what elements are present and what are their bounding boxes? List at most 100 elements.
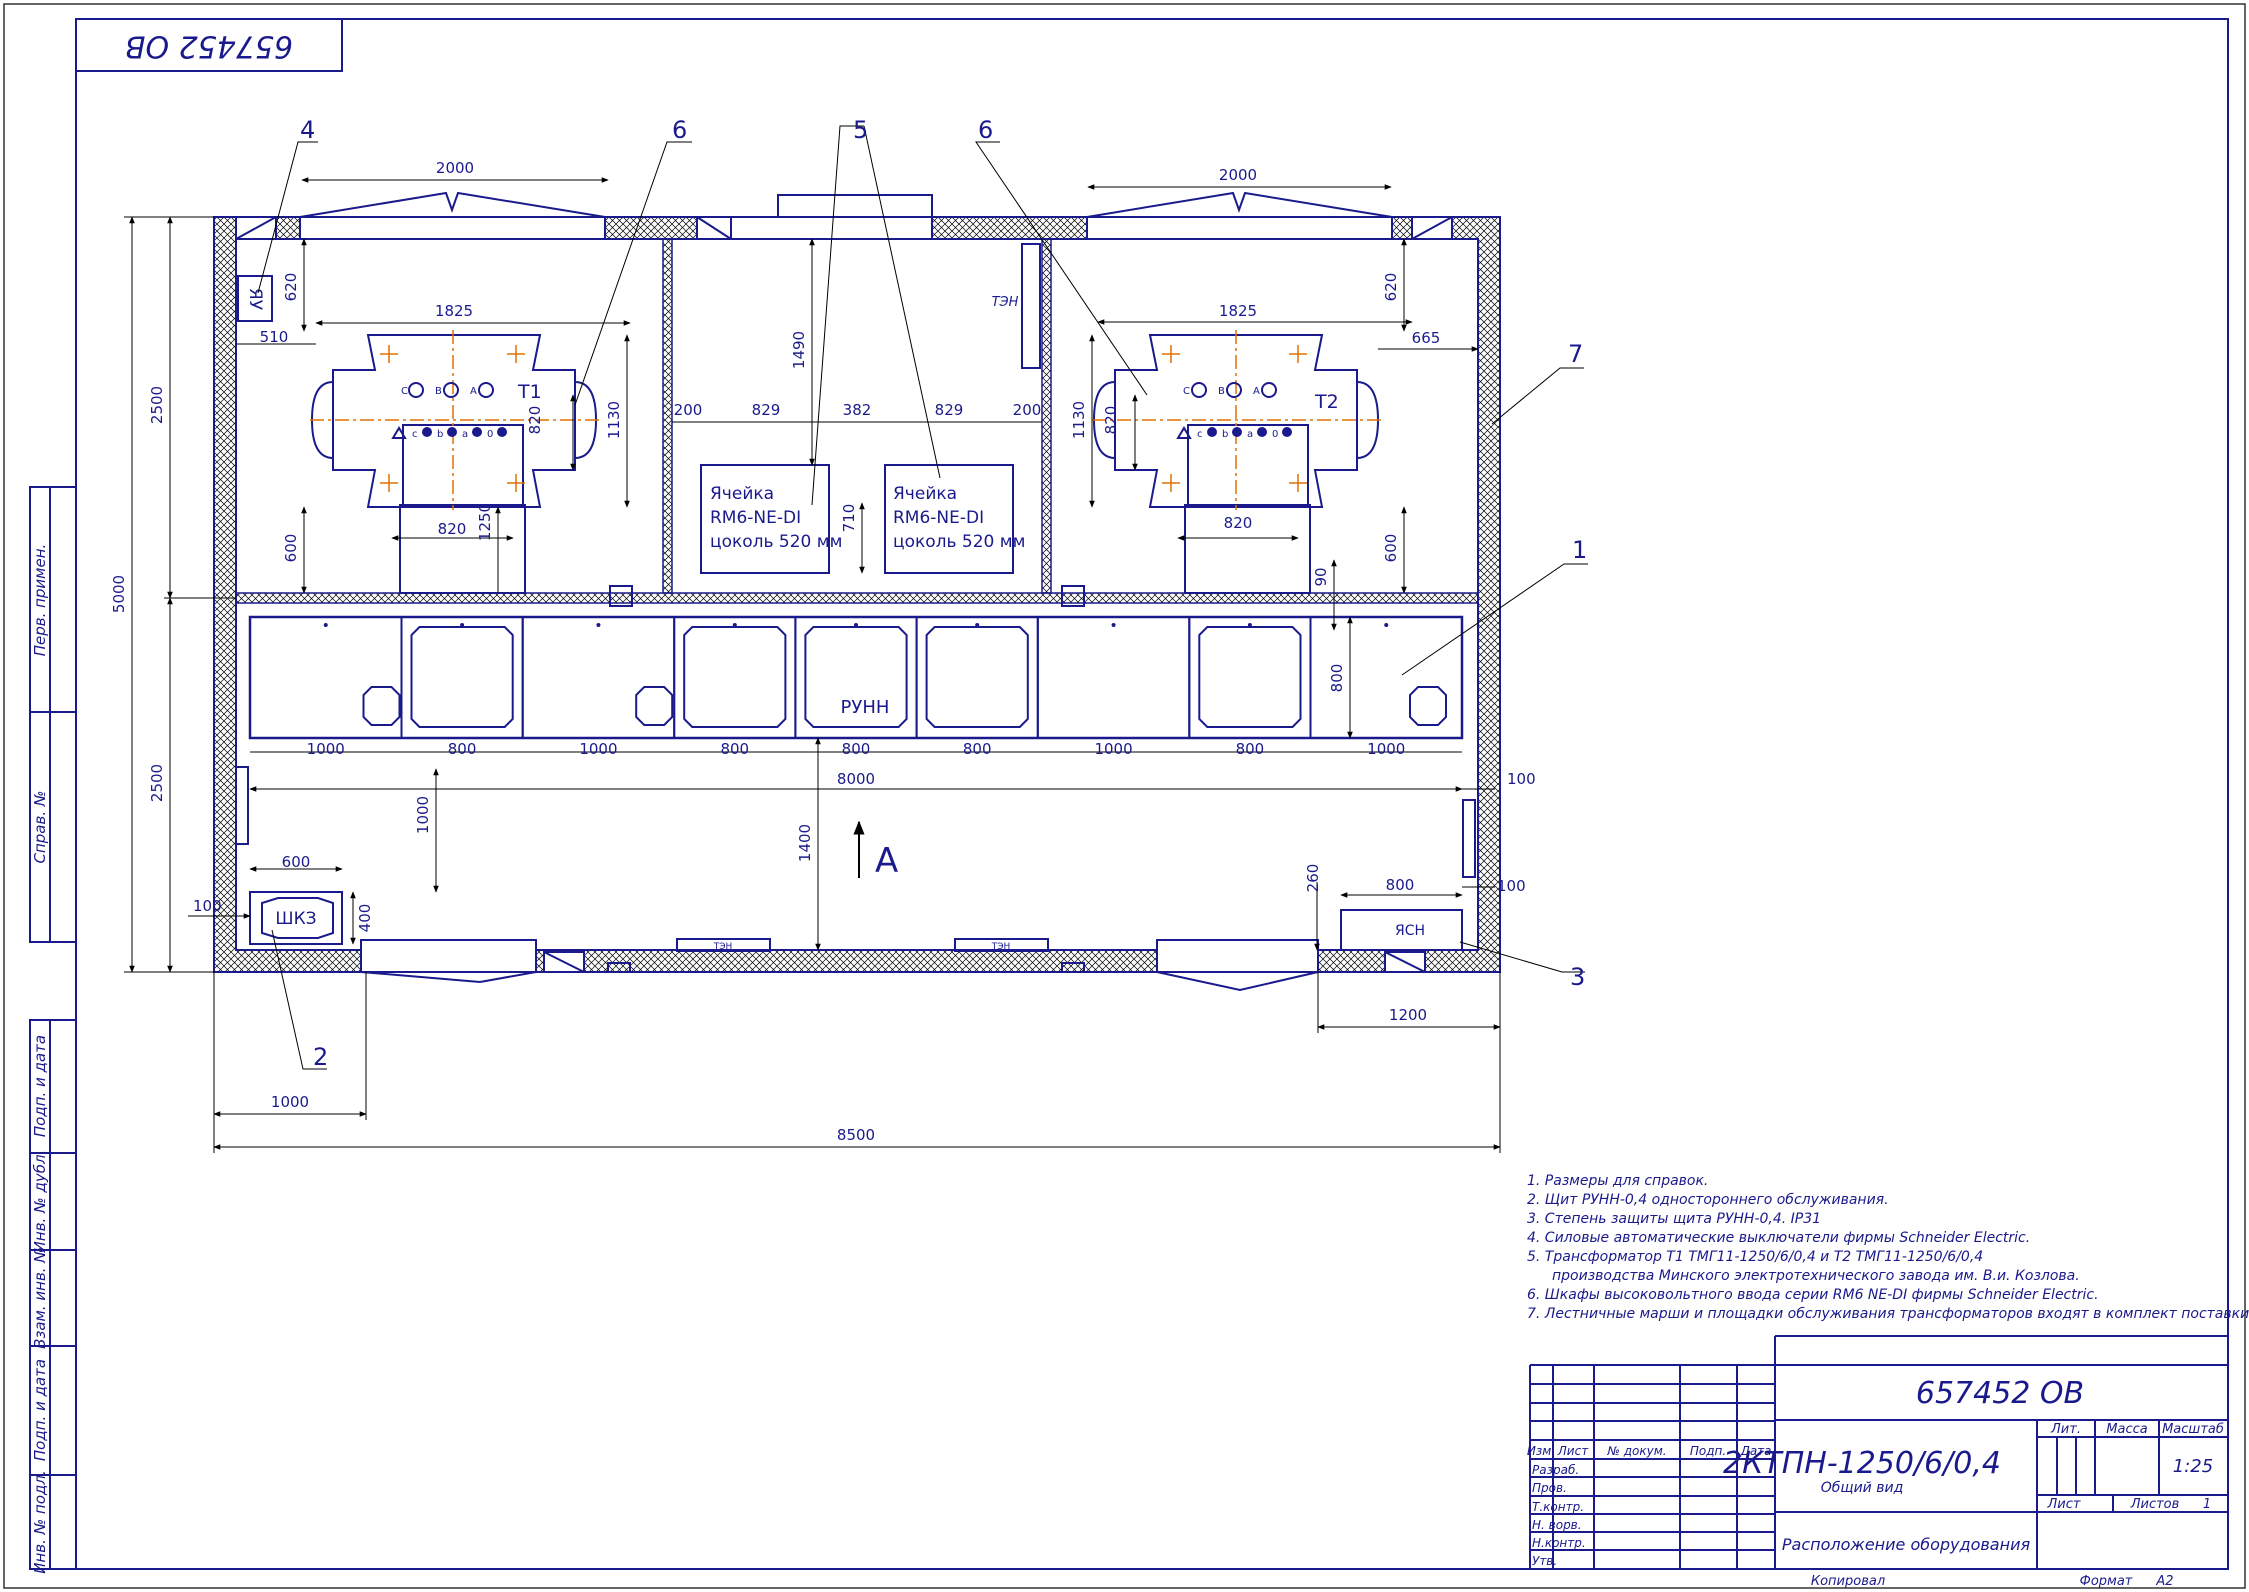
dim-2500-top: 2500 — [148, 386, 166, 424]
dim-800-panel: 800 — [1328, 664, 1346, 693]
tb-scale: 1:25 — [2173, 1456, 2213, 1477]
dim-1490: 1490 — [790, 331, 808, 369]
t1-label: Т1 — [517, 381, 542, 403]
tb-sheet-title: Расположение оборудования — [1782, 1535, 2031, 1554]
view-a-label: А — [875, 841, 898, 881]
shkz-label: ШКЗ — [275, 909, 316, 929]
t1-phase-c: C — [401, 386, 408, 397]
stamp-podp-data-1: Подп. и дата — [31, 1035, 49, 1137]
panel-dim-value: 800 — [720, 740, 749, 758]
dim-829-left: 829 — [752, 401, 781, 419]
callout-2: 2 — [313, 1043, 328, 1071]
t1-phase-b-lv: b — [437, 429, 443, 440]
dim-8500: 8500 — [837, 1126, 875, 1144]
callout-3: 3 — [1570, 963, 1585, 991]
callout-4: 4 — [300, 116, 315, 144]
runn-label: РУНН — [841, 697, 890, 718]
dim-window-right: 2000 — [1219, 166, 1257, 184]
panel-dim-value: 1000 — [307, 740, 345, 758]
tb-row-nvorv: Н. ворв. — [1532, 1518, 1582, 1532]
tb-row-prov: Пров. — [1532, 1481, 1567, 1495]
dim-820v-right: 820 — [1102, 406, 1120, 435]
tb-col-ndok: № докум. — [1606, 1444, 1666, 1458]
screw-dot — [854, 623, 858, 627]
t2-phase-c-lv: c — [1197, 429, 1203, 440]
dim-820v-left: 820 — [526, 406, 544, 435]
panel-dim-value: 1000 — [579, 740, 617, 758]
t2-phase-c: C — [1183, 386, 1190, 397]
dim-1200: 1200 — [1389, 1006, 1427, 1024]
dim-1130-left: 1130 — [605, 401, 623, 439]
note-4: 4. Силовые автоматические выключатели фи… — [1527, 1230, 2030, 1246]
dim-600-left: 600 — [282, 534, 300, 563]
dim-1130-right: 1130 — [1070, 401, 1088, 439]
panel-dim-value: 800 — [842, 740, 871, 758]
dim-200-right: 200 — [1013, 401, 1042, 419]
drawing-sheet: 657452 ОВ Перв. примен. Справ. № Подп. и… — [3, 3, 2249, 1589]
stamp-inv-podl: Инв. № подл. — [31, 1470, 49, 1573]
t1-phase-a: A — [470, 386, 477, 397]
tb-col-izm: Изм. — [1527, 1444, 1555, 1458]
t2-phase-a: A — [1253, 386, 1260, 397]
tb-col-list: Лист — [1557, 1444, 1589, 1458]
dim-829-right: 829 — [935, 401, 964, 419]
tb-col-podp: Подп. — [1690, 1444, 1726, 1458]
tb-product-sub: Общий вид — [1821, 1480, 1904, 1496]
dim-90: 90 — [1312, 567, 1330, 586]
dim-820h-left: 820 — [438, 520, 467, 538]
callout-7: 7 — [1568, 340, 1583, 368]
cell1-line-3: цоколь 520 мм — [710, 532, 842, 552]
dim-1000-bottom: 1000 — [271, 1093, 309, 1111]
dim-800-yasn: 800 — [1386, 876, 1415, 894]
note-6: 6. Шкафы высоковольтного ввода серии RM6… — [1527, 1287, 2099, 1303]
t2-phase-b-lv: b — [1222, 429, 1228, 440]
screw-dot — [975, 623, 980, 627]
t2-phase-a-lv: a — [1247, 429, 1253, 440]
tb-row-nkontr: Н.контр. — [1532, 1536, 1586, 1550]
dim-window-left: 2000 — [436, 159, 474, 177]
tb-format-val: А2 — [2155, 1574, 2173, 1589]
tb-kopiroval: Копировал — [1811, 1574, 1885, 1589]
screw-dot — [323, 623, 328, 627]
panel-dim-value: 800 — [963, 740, 992, 758]
dim-100-top: 100 — [1507, 770, 1536, 788]
yasn-label: ЯСН — [1395, 923, 1425, 939]
ten-upper-label: ТЭН — [992, 295, 1019, 310]
t2-phase-0-lv: 0 — [1272, 429, 1278, 440]
yau-label: ЯУ — [245, 288, 265, 311]
panel-dim-value: 1000 — [1367, 740, 1405, 758]
tb-designation: 657452 ОВ — [1916, 1376, 2084, 1411]
note-1: 1. Размеры для справок. — [1527, 1173, 1708, 1189]
tb-list: Лист — [2047, 1497, 2081, 1512]
panel-dim-value: 800 — [448, 740, 477, 758]
stamp-vzam-inv: Взам. инв. № — [31, 1247, 49, 1349]
tb-masshtab: Масштаб — [2162, 1422, 2224, 1437]
dim-1400: 1400 — [796, 824, 814, 862]
t2-label: Т2 — [1314, 391, 1339, 413]
doc-code-stamp: 657452 ОВ — [75, 18, 343, 72]
callout-1: 1 — [1572, 536, 1587, 564]
dim-5000: 5000 — [110, 575, 128, 613]
t1-phase-0-lv: 0 — [487, 429, 493, 440]
dim-400: 400 — [356, 904, 374, 933]
dim-1825-left: 1825 — [435, 302, 473, 320]
ten-lower-left: ТЭН — [713, 942, 733, 952]
dim-510: 510 — [260, 328, 289, 346]
screw-dot — [596, 623, 601, 627]
dim-600-right: 600 — [1382, 534, 1400, 563]
cell2-line-1: Ячейка — [893, 484, 957, 504]
panel-dim-value: 800 — [1236, 740, 1265, 758]
callout-5: 5 — [853, 116, 868, 144]
ten-lower-right: ТЭН — [991, 942, 1011, 952]
notes: 1. Размеры для справок. 2. Щит РУНН-0,4 … — [1527, 1173, 2249, 1322]
t1-phase-b: B — [435, 386, 442, 397]
note-7: 7. Лестничные марши и площадки обслужива… — [1527, 1306, 2249, 1322]
cell1-line-2: RM6-NE-DI — [710, 508, 801, 528]
dim-1250: 1250 — [476, 503, 494, 541]
screw-dot — [732, 623, 737, 627]
screw-dot — [1111, 623, 1116, 627]
tb-lit: Лит. — [2050, 1422, 2081, 1437]
stamp-perv-primen: Перв. примен. — [31, 544, 49, 657]
t2-phase-b: B — [1218, 386, 1225, 397]
stamp-sprav: Справ. № — [31, 791, 49, 864]
